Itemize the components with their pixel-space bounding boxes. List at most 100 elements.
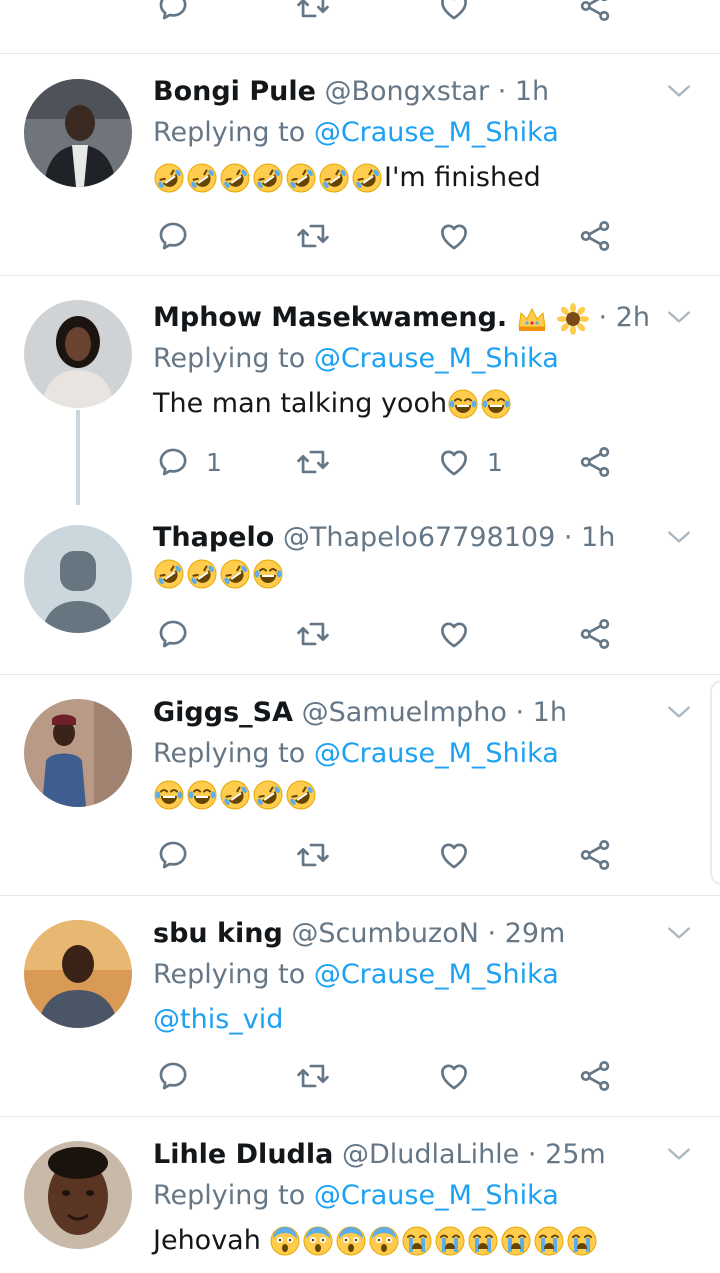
separator-dot: · bbox=[598, 302, 608, 333]
timestamp[interactable]: 1h bbox=[533, 697, 567, 728]
reply-button[interactable] bbox=[156, 1056, 190, 1096]
retweet-button[interactable] bbox=[296, 0, 330, 26]
share-icon bbox=[578, 445, 612, 479]
display-name[interactable]: Giggs_SA bbox=[153, 697, 293, 728]
timestamp[interactable]: 29m bbox=[505, 918, 566, 949]
retweet-button[interactable] bbox=[296, 216, 330, 256]
user-handle[interactable]: @ScumbuzoN bbox=[291, 918, 479, 949]
share-icon bbox=[578, 838, 612, 872]
display-name[interactable]: Bongi Pule bbox=[153, 76, 316, 107]
chevron-down-icon[interactable] bbox=[666, 78, 692, 104]
tweet[interactable]: sbu king @ScumbuzoN · 29m Replying to @C… bbox=[0, 896, 720, 1117]
timestamp[interactable]: 25m bbox=[545, 1139, 606, 1170]
chevron-down-icon[interactable] bbox=[666, 920, 692, 946]
tweet[interactable]: Bongi Pule @Bongxstar · 1h Replying to @… bbox=[0, 54, 720, 276]
tweet-header: Mphow Masekwameng. ... bbox=[153, 300, 600, 336]
avatar[interactable] bbox=[24, 300, 132, 408]
reply-icon bbox=[156, 219, 190, 253]
tweet[interactable]: Lihle Dludla @DludlaLihle · 25m Replying… bbox=[0, 1117, 720, 1273]
mention-link[interactable]: @this_vid bbox=[153, 1000, 283, 1040]
scream-emoji bbox=[269, 1225, 301, 1257]
tweet-text bbox=[153, 779, 696, 811]
like-button[interactable]: 1 bbox=[437, 442, 503, 482]
separator-dot: · bbox=[487, 918, 497, 949]
heart-icon bbox=[437, 1059, 471, 1093]
retweet-button[interactable] bbox=[296, 835, 330, 875]
share-button[interactable] bbox=[578, 0, 612, 26]
reply-icon bbox=[156, 617, 190, 651]
timestamp[interactable]: 2h bbox=[616, 302, 650, 333]
joy-emoji bbox=[480, 388, 512, 420]
display-name[interactable]: Mphow Masekwameng. bbox=[153, 302, 507, 333]
replying-to-handle[interactable]: @Crause_M_Shika bbox=[314, 1180, 559, 1211]
avatar[interactable] bbox=[24, 79, 132, 187]
reply-button[interactable] bbox=[156, 614, 190, 654]
rofl-emoji bbox=[318, 162, 350, 194]
reply-icon bbox=[156, 838, 190, 872]
reply-button[interactable] bbox=[156, 0, 190, 26]
tweet-header: sbu king @ScumbuzoN · 29m bbox=[153, 916, 650, 952]
sob-emoji bbox=[434, 1225, 466, 1257]
avatar[interactable] bbox=[24, 699, 132, 807]
replying-to-label: Replying to bbox=[153, 738, 306, 769]
share-button[interactable] bbox=[578, 614, 612, 654]
user-handle[interactable]: @Bongxstar bbox=[325, 76, 490, 107]
replying-to-handle[interactable]: @Crause_M_Shika bbox=[314, 959, 559, 990]
tweet[interactable]: Mphow Masekwameng. ... · 2h Replying to … bbox=[0, 276, 720, 505]
user-handle[interactable]: @DludlaLihle bbox=[342, 1139, 519, 1170]
replying-to-handle[interactable]: @Crause_M_Shika bbox=[314, 738, 559, 769]
replying-to: Replying to @Crause_M_Shika bbox=[153, 736, 559, 772]
like-button[interactable] bbox=[437, 1056, 471, 1096]
heart-icon bbox=[437, 617, 471, 651]
like-button[interactable] bbox=[437, 216, 471, 256]
joy-emoji bbox=[186, 779, 218, 811]
user-handle[interactable]: @Samuelmpho bbox=[302, 697, 507, 728]
tweet[interactable]: Giggs_SA @Samuelmpho · 1h Replying to @C… bbox=[0, 675, 720, 896]
retweet-button[interactable] bbox=[296, 1056, 330, 1096]
tweet[interactable]: Thapelo @Thapelo67798109 · 1h bbox=[0, 500, 720, 675]
tweet-actions bbox=[0, 614, 720, 654]
share-button[interactable] bbox=[578, 442, 612, 482]
chevron-down-icon[interactable] bbox=[666, 699, 692, 725]
reply-button[interactable] bbox=[156, 216, 190, 256]
rofl-emoji bbox=[153, 162, 185, 194]
like-button[interactable] bbox=[437, 614, 471, 654]
display-name[interactable]: Thapelo bbox=[153, 522, 274, 553]
chevron-down-icon[interactable] bbox=[666, 1141, 692, 1167]
avatar[interactable] bbox=[24, 1141, 132, 1249]
tweet-header: Lihle Dludla @DludlaLihle · 25m bbox=[153, 1137, 650, 1173]
like-button[interactable] bbox=[437, 835, 471, 875]
display-name[interactable]: Lihle Dludla bbox=[153, 1139, 333, 1170]
sob-emoji bbox=[467, 1225, 499, 1257]
share-button[interactable] bbox=[578, 1056, 612, 1096]
display-name[interactable]: sbu king bbox=[153, 918, 283, 949]
retweet-button[interactable] bbox=[296, 614, 330, 654]
sob-emoji bbox=[401, 1225, 433, 1257]
user-handle[interactable]: @Thapelo67798109 bbox=[283, 522, 555, 553]
timestamp[interactable]: 1h bbox=[515, 76, 549, 107]
reply-button[interactable]: 1 bbox=[156, 442, 222, 482]
share-icon bbox=[578, 1059, 612, 1093]
like-button[interactable] bbox=[437, 0, 471, 26]
tweet-text: I'm finished bbox=[153, 158, 696, 198]
reply-button[interactable] bbox=[156, 835, 190, 875]
tweet-text-content: I'm finished bbox=[384, 162, 541, 193]
reply-count: 1 bbox=[206, 447, 222, 477]
timestamp[interactable]: 1h bbox=[581, 522, 615, 553]
replying-to-handle[interactable]: @Crause_M_Shika bbox=[314, 117, 559, 148]
replying-to: Replying to @Crause_M_Shika bbox=[153, 341, 559, 377]
rofl-emoji bbox=[285, 162, 317, 194]
share-icon bbox=[578, 0, 612, 23]
rofl-emoji bbox=[219, 162, 251, 194]
share-button[interactable] bbox=[578, 216, 612, 256]
replying-to-handle[interactable]: @Crause_M_Shika bbox=[314, 343, 559, 374]
reply-icon bbox=[156, 0, 190, 23]
avatar[interactable] bbox=[24, 920, 132, 1028]
retweet-icon bbox=[296, 0, 330, 23]
chevron-down-icon[interactable] bbox=[666, 524, 692, 550]
share-button[interactable] bbox=[578, 835, 612, 875]
retweet-button[interactable] bbox=[296, 442, 330, 482]
scroll-indicator[interactable] bbox=[710, 680, 720, 885]
chevron-down-icon[interactable] bbox=[666, 304, 692, 330]
retweet-icon bbox=[296, 219, 330, 253]
